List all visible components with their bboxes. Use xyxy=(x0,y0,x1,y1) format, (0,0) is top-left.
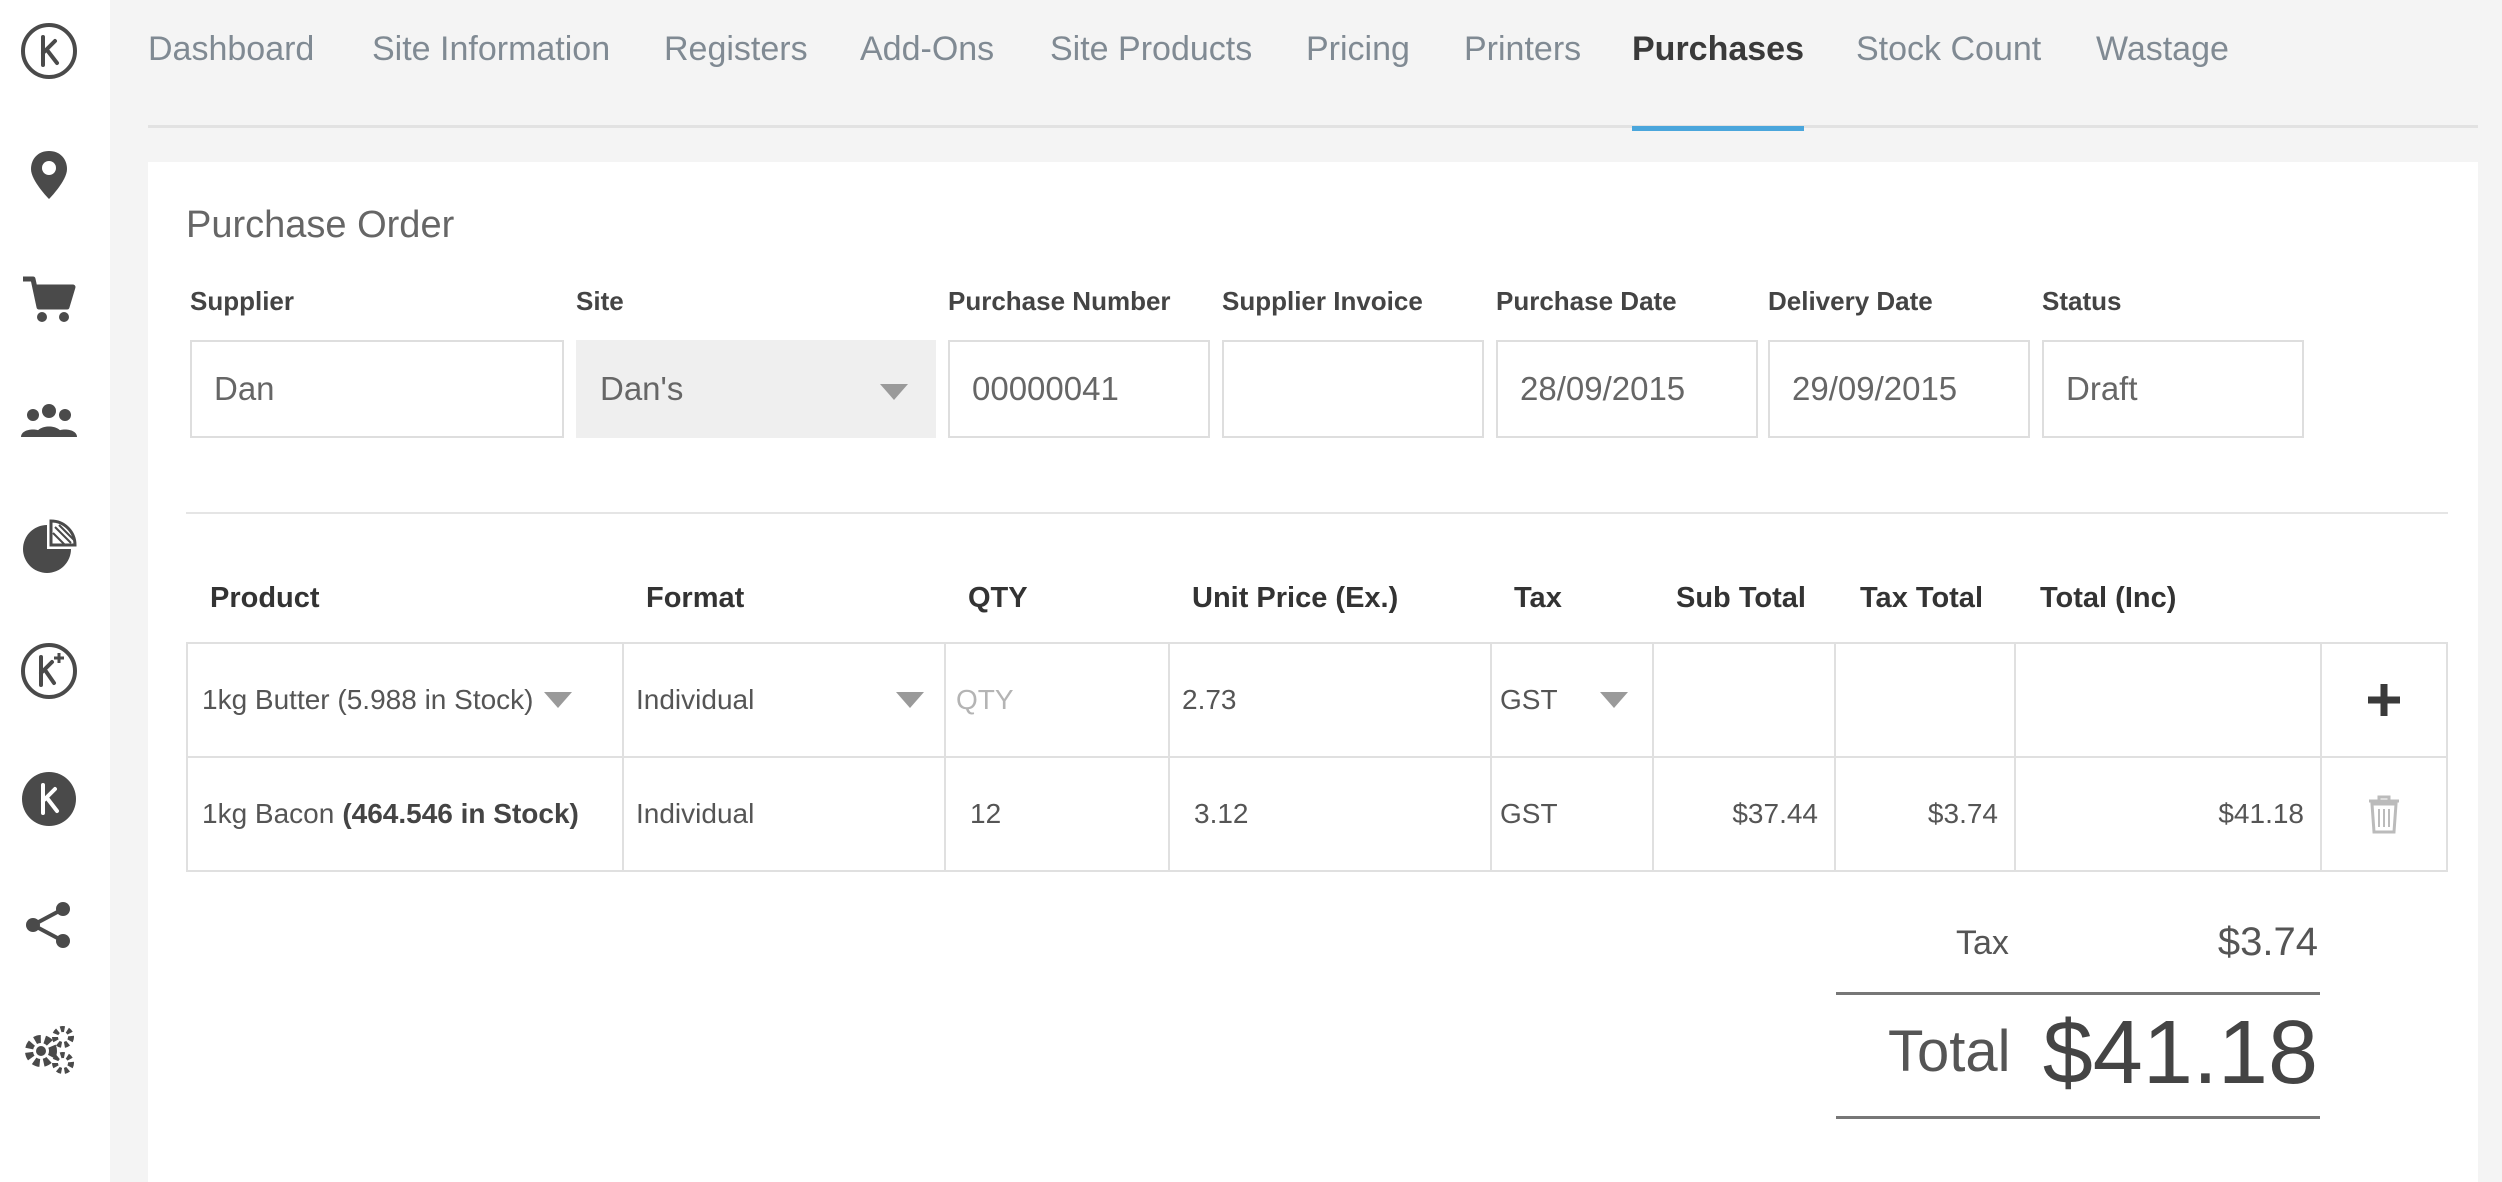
header-qty: QTY xyxy=(968,582,1028,614)
trash-icon xyxy=(2369,795,2399,834)
table-row-product: 1kg Bacon (464.546 in Stock) xyxy=(202,758,614,870)
site-label: Site xyxy=(576,286,624,316)
tab-purchases[interactable]: Purchases xyxy=(1632,30,1804,131)
new-format-select[interactable]: Individual xyxy=(636,644,932,756)
purchase-number-label: Purchase Number xyxy=(948,286,1171,316)
row-tax: GST xyxy=(1500,798,1558,829)
tax-value: $3.74 xyxy=(2217,920,2318,964)
chevron-down-icon xyxy=(880,384,908,400)
page-title: Purchase Order xyxy=(186,204,455,246)
supplier-field[interactable]: Dan xyxy=(190,340,564,438)
k-plus-icon[interactable] xyxy=(16,638,82,704)
tab-site-information[interactable]: Site Information xyxy=(372,30,610,128)
top-nav: Dashboard Site Information Registers Add… xyxy=(148,0,2478,131)
status-label: Status xyxy=(2042,286,2122,316)
share-icon[interactable] xyxy=(16,892,82,958)
pie-chart-icon[interactable] xyxy=(16,514,82,580)
delivery-date-label: Delivery Date xyxy=(1768,286,1933,316)
header-total-inc: Total (Inc) xyxy=(2040,582,2177,614)
totals-divider xyxy=(1836,992,2320,995)
header-sub-total: Sub Total xyxy=(1676,582,1806,614)
header-tax-total: Tax Total xyxy=(1860,582,1983,614)
site-value: Dan's xyxy=(600,370,684,407)
chevron-down-icon xyxy=(543,692,572,708)
tab-pricing[interactable]: Pricing xyxy=(1306,30,1410,128)
supplier-invoice-label: Supplier Invoice xyxy=(1222,286,1423,316)
new-product-value: 1kg Butter (5.988 in Stock) xyxy=(202,684,534,715)
k-logo-icon[interactable] xyxy=(16,18,82,84)
row-tax-total: $3.74 xyxy=(1927,798,1998,829)
supplier-invoice-field[interactable] xyxy=(1222,340,1484,438)
new-tax-value: GST xyxy=(1500,684,1558,715)
row-qty[interactable]: 12 xyxy=(970,758,1001,870)
sidebar xyxy=(0,0,110,1182)
header-tax: Tax xyxy=(1514,582,1562,614)
chevron-down-icon xyxy=(896,692,924,708)
new-unit-price-input[interactable]: 2.73 xyxy=(1182,644,1472,756)
users-icon[interactable] xyxy=(16,390,82,456)
k-badge-icon[interactable] xyxy=(16,766,82,832)
delete-row-button[interactable] xyxy=(2320,758,2448,870)
new-qty-input[interactable]: QTY xyxy=(956,644,1156,756)
tax-label: Tax xyxy=(1956,924,2009,962)
purchase-date-label: Purchase Date xyxy=(1496,286,1677,316)
plus-icon xyxy=(2368,684,2400,716)
totals-underline xyxy=(1836,1116,2320,1119)
row-format: Individual xyxy=(636,798,755,829)
tab-printers[interactable]: Printers xyxy=(1464,30,1581,128)
header-format: Format xyxy=(646,582,745,614)
row-product-name: 1kg Bacon xyxy=(202,798,335,829)
purchase-lines-table: 1kg Butter (5.988 in Stock) Individual Q… xyxy=(186,642,2448,872)
row-unit-price[interactable]: 3.12 xyxy=(1194,758,1249,870)
tab-dashboard[interactable]: Dashboard xyxy=(148,30,314,128)
purchase-number-field[interactable]: 00000041 xyxy=(948,340,1210,438)
new-product-select[interactable]: 1kg Butter (5.988 in Stock) xyxy=(202,644,614,756)
status-field[interactable]: Draft xyxy=(2042,340,2304,438)
row-total-inc: $41.18 xyxy=(2218,798,2304,829)
tab-stock-count[interactable]: Stock Count xyxy=(1856,30,2041,128)
purchase-date-field[interactable]: 28/09/2015 xyxy=(1496,340,1758,438)
total-label: Total xyxy=(1888,1019,2011,1084)
tab-wastage[interactable]: Wastage xyxy=(2096,30,2229,128)
row-sub-total: $37.44 xyxy=(1732,798,1818,829)
gears-icon[interactable] xyxy=(16,1016,82,1082)
supplier-label: Supplier xyxy=(190,286,295,316)
tab-add-ons[interactable]: Add-Ons xyxy=(860,30,994,128)
add-line-button[interactable] xyxy=(2320,644,2448,756)
section-divider xyxy=(186,512,2448,514)
tab-site-products[interactable]: Site Products xyxy=(1050,30,1252,128)
header-unit-price: Unit Price (Ex.) xyxy=(1192,582,1399,614)
header-product: Product xyxy=(210,582,320,614)
row-product-stock: (464.546 in Stock) xyxy=(342,798,579,829)
location-pin-icon[interactable] xyxy=(16,142,82,208)
delivery-date-field[interactable]: 29/09/2015 xyxy=(1768,340,2030,438)
new-tax-select[interactable]: GST xyxy=(1500,644,1640,756)
tab-registers[interactable]: Registers xyxy=(664,30,808,128)
chevron-down-icon xyxy=(1600,692,1628,708)
new-format-value: Individual xyxy=(636,684,755,715)
total-value: $41.18 xyxy=(2042,1003,2318,1103)
cart-icon[interactable] xyxy=(16,266,82,332)
site-select[interactable]: Dan's xyxy=(576,340,936,438)
purchase-order-card: Purchase Order Supplier Site Purchase Nu… xyxy=(148,162,2478,1182)
